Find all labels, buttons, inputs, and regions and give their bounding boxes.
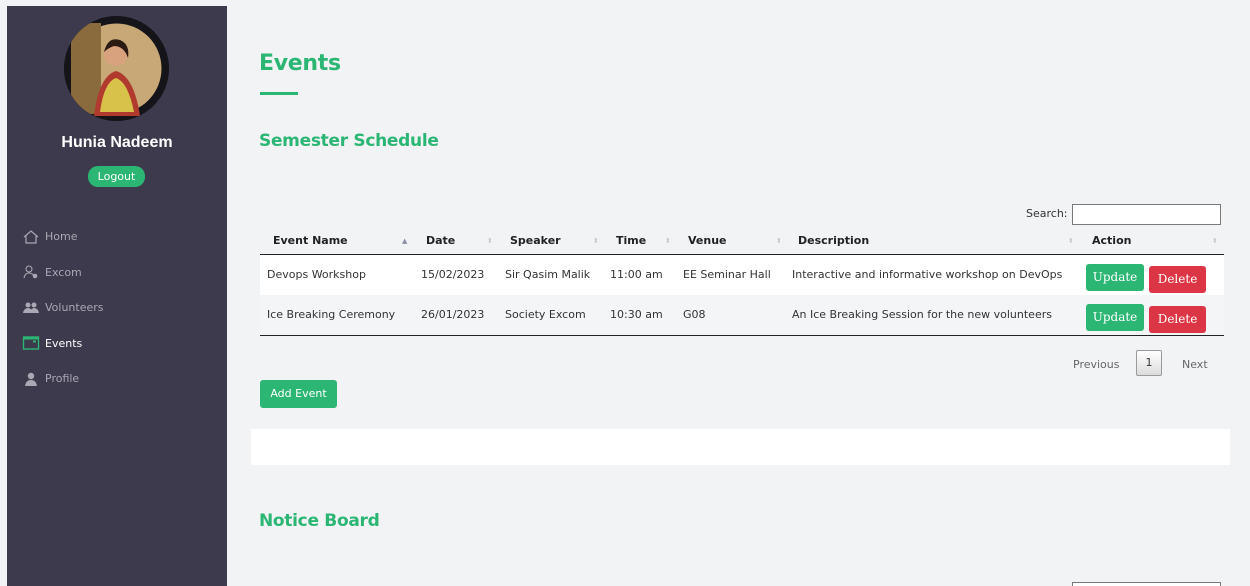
sort-icon: ⬍ <box>776 237 782 245</box>
table-header: Event Name ▲ Date ⬍ Speaker ⬍ Time ⬍ Ven… <box>260 227 1224 255</box>
schedule-title: Semester Schedule <box>259 131 439 151</box>
table-row: Devops Workshop 15/02/2023 Sir Qasim Mal… <box>260 255 1224 295</box>
sort-icon: ⬍ <box>665 237 671 245</box>
events-table: Event Name ▲ Date ⬍ Speaker ⬍ Time ⬍ Ven… <box>260 227 1224 336</box>
column-header-action[interactable]: Action <box>1092 227 1131 255</box>
sort-icon: ⬍ <box>487 237 493 245</box>
sidebar-item-label: Events <box>45 336 83 350</box>
section-divider <box>251 429 1230 465</box>
person-icon <box>22 371 40 387</box>
notice-search-input[interactable] <box>1072 582 1221 586</box>
sidebar-item-home[interactable]: Home <box>7 219 227 255</box>
cell-date: 15/02/2023 <box>421 268 485 281</box>
pagination-next[interactable]: Next <box>1182 358 1208 371</box>
pagination-page[interactable]: 1 <box>1136 350 1162 376</box>
search-input[interactable] <box>1072 204 1221 225</box>
update-button[interactable]: Update <box>1086 304 1144 331</box>
cell-event-name: Ice Breaking Ceremony <box>267 308 396 321</box>
sort-ascending-icon: ▲ <box>402 237 408 245</box>
notice-board-title: Notice Board <box>259 511 380 531</box>
column-header-speaker[interactable]: Speaker <box>510 227 561 255</box>
user-name: Hunia Nadeem <box>61 134 173 151</box>
main-content: Events Semester Schedule Search: Event N… <box>227 0 1250 586</box>
users-icon <box>22 300 40 316</box>
column-header-time[interactable]: Time <box>616 227 646 255</box>
sort-icon: ⬍ <box>1068 237 1074 245</box>
cell-date: 26/01/2023 <box>421 308 485 321</box>
cell-time: 10:30 am <box>610 308 663 321</box>
home-icon <box>22 229 40 245</box>
title-underline <box>260 92 298 95</box>
delete-button[interactable]: Delete <box>1149 266 1206 293</box>
sidebar-item-label: Home <box>45 230 78 244</box>
sidebar-item-volunteers[interactable]: Volunteers <box>7 290 227 326</box>
sidebar-item-label: Volunteers <box>45 301 104 315</box>
cell-time: 11:00 am <box>610 268 663 281</box>
sort-icon: ⬍ <box>593 237 599 245</box>
column-header-event-name[interactable]: Event Name <box>273 227 348 255</box>
column-header-date[interactable]: Date <box>426 227 455 255</box>
sidebar-item-profile[interactable]: Profile <box>7 361 227 397</box>
cell-venue: EE Seminar Hall <box>683 268 771 281</box>
delete-button[interactable]: Delete <box>1149 306 1206 333</box>
sidebar-nav: Home Excom Volunteers Events Profile <box>7 219 227 397</box>
add-event-button[interactable]: Add Event <box>260 380 337 408</box>
cell-description: An Ice Breaking Session for the new volu… <box>792 308 1052 321</box>
avatar[interactable] <box>64 16 169 121</box>
user-cog-icon <box>22 264 40 280</box>
sidebar-item-events[interactable]: Events <box>7 326 227 362</box>
page: Hunia Nadeem Logout Home Excom Volunteer… <box>0 0 1250 586</box>
calendar-icon <box>22 335 40 351</box>
column-header-description[interactable]: Description <box>798 227 869 255</box>
sort-icon: ⬍ <box>1212 237 1218 245</box>
update-button[interactable]: Update <box>1086 264 1144 291</box>
logout-button[interactable]: Logout <box>88 166 145 187</box>
table-row: Ice Breaking Ceremony 26/01/2023 Society… <box>260 295 1224 335</box>
page-title: Events <box>259 51 341 76</box>
column-header-venue[interactable]: Venue <box>688 227 727 255</box>
sidebar-item-label: Profile <box>45 372 80 386</box>
cell-description: Interactive and informative workshop on … <box>792 268 1063 281</box>
sidebar-item-label: Excom <box>45 265 82 279</box>
cell-speaker: Society Excom <box>505 308 586 321</box>
table-body: Devops Workshop 15/02/2023 Sir Qasim Mal… <box>260 255 1224 336</box>
search-label: Search: <box>1026 207 1068 220</box>
pagination-previous[interactable]: Previous <box>1073 358 1120 371</box>
cell-speaker: Sir Qasim Malik <box>505 268 591 281</box>
sidebar: Hunia Nadeem Logout Home Excom Volunteer… <box>7 6 227 586</box>
sidebar-item-excom[interactable]: Excom <box>7 255 227 291</box>
cell-event-name: Devops Workshop <box>267 268 366 281</box>
cell-venue: G08 <box>683 308 706 321</box>
